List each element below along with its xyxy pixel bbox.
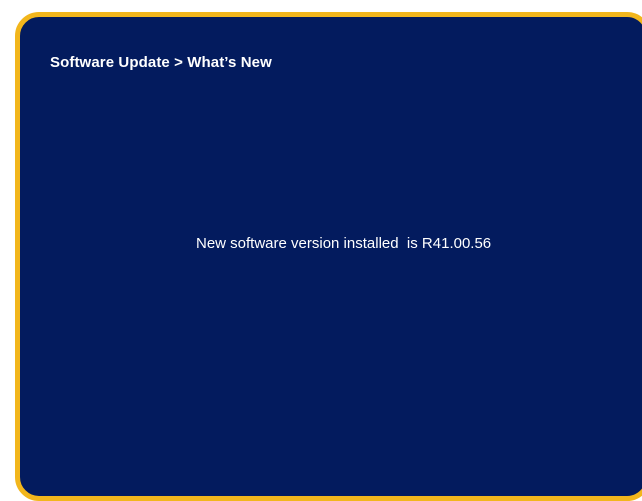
breadcrumb-title: Software Update > What’s New <box>50 54 272 71</box>
version-installed-message: New software version installed is R41.00… <box>196 235 492 252</box>
software-update-panel: Software Update > What’s New New softwar… <box>15 12 642 501</box>
